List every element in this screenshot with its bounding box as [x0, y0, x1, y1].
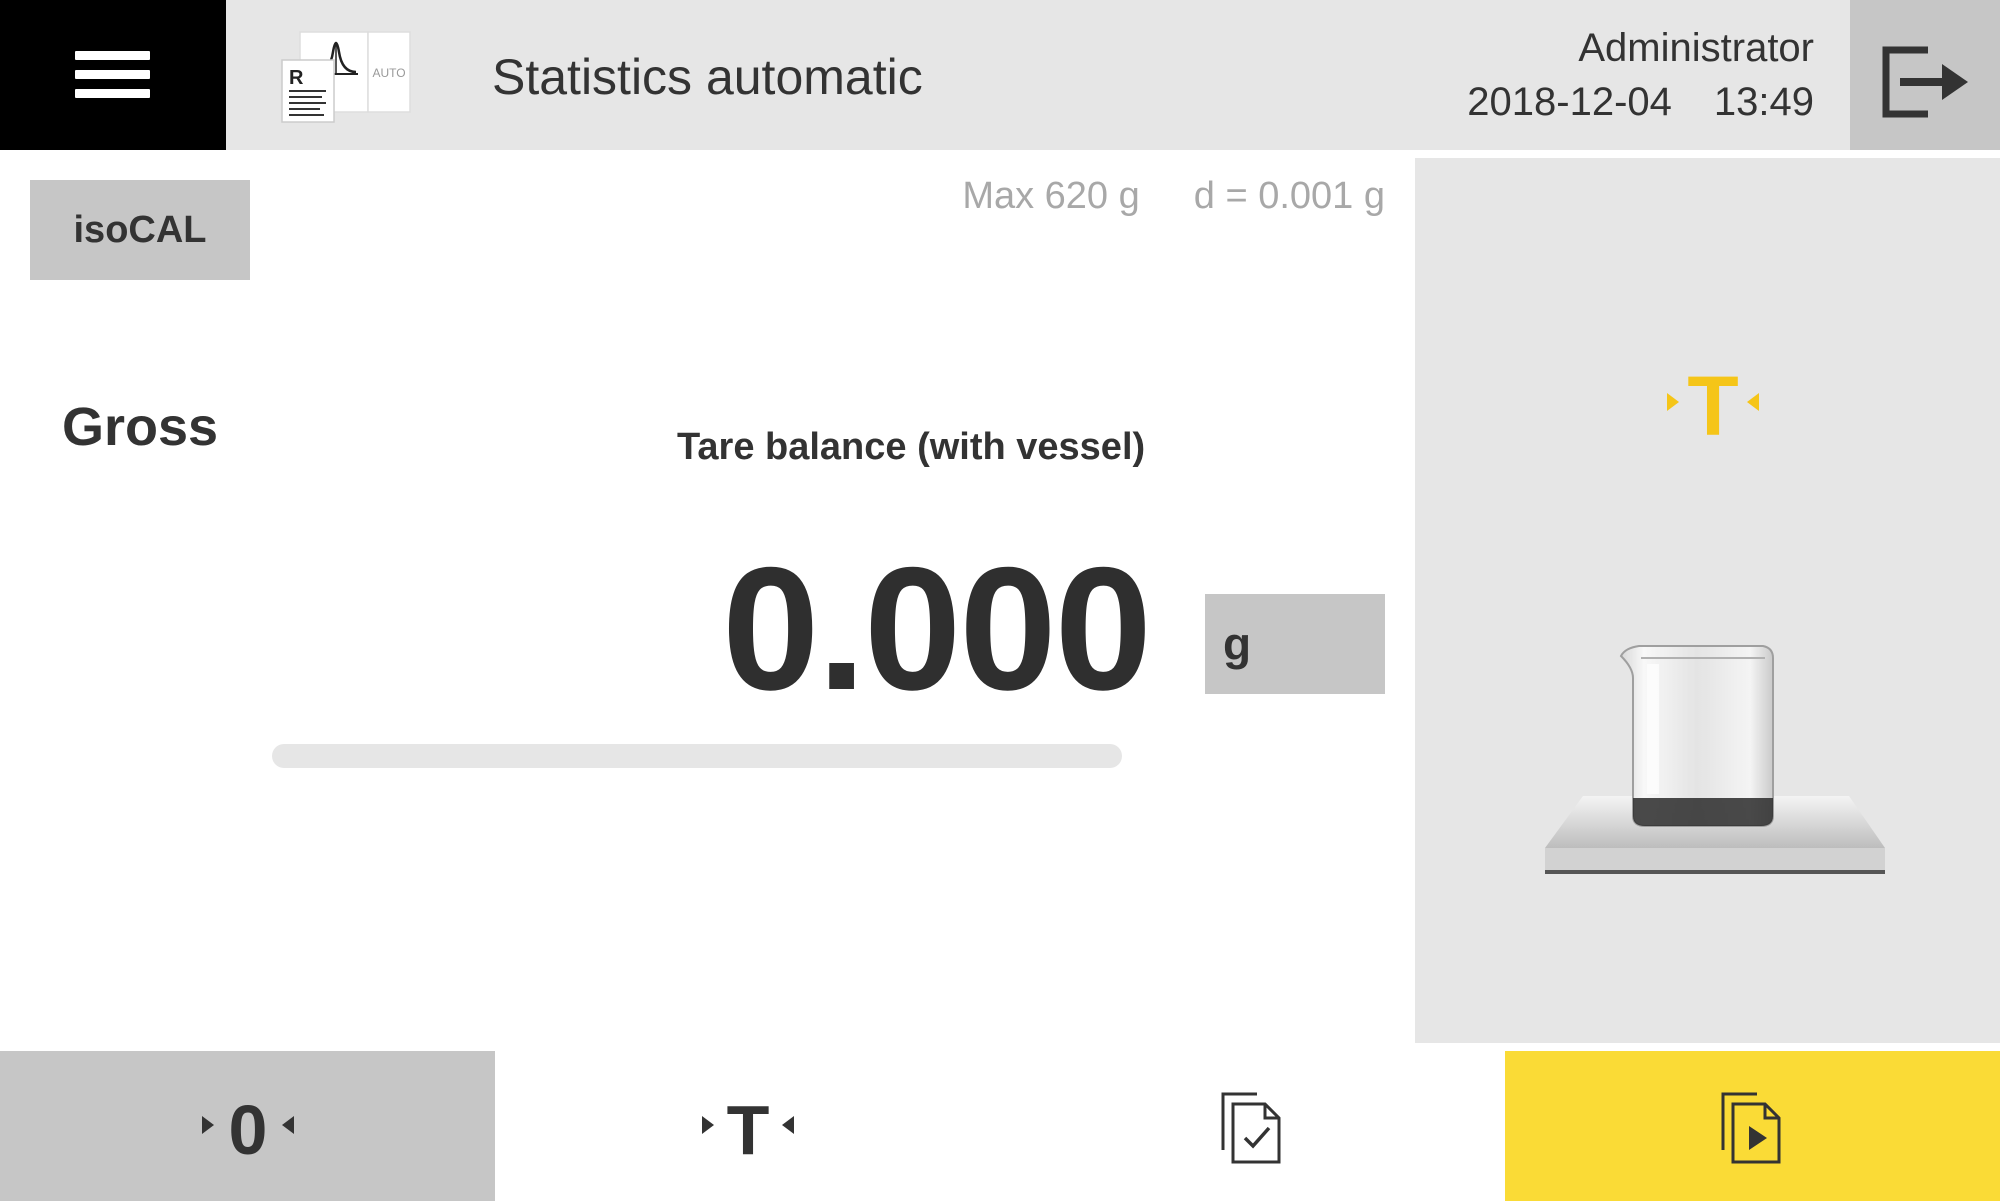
tare-icon: T — [701, 1091, 794, 1166]
start-button[interactable] — [1505, 1051, 2000, 1201]
header-bar: AUTO R Statistics automatic Administrato… — [0, 0, 2000, 150]
max-capacity-label: Max 620 g — [962, 175, 1140, 217]
svg-text:AUTO: AUTO — [372, 66, 405, 80]
menu-button[interactable] — [0, 0, 226, 150]
beaker-on-pan-illustration — [1545, 645, 1885, 874]
confirm-button[interactable] — [1000, 1051, 1505, 1201]
unit-button[interactable]: g — [1205, 594, 1385, 694]
weight-display: 0.000 — [722, 532, 1152, 727]
svg-text:R: R — [289, 67, 304, 89]
user-name: Administrator — [1578, 26, 1814, 70]
logout-icon — [1882, 46, 1968, 118]
zero-button[interactable]: 0 — [0, 1051, 495, 1201]
date-label: 2018-12-04 — [1467, 80, 1672, 124]
tare-button[interactable]: T — [495, 1051, 1000, 1201]
zero-icon: 0 — [201, 1091, 294, 1166]
logout-button[interactable] — [1850, 0, 2000, 150]
page-title: Statistics automatic — [492, 49, 923, 105]
readability-label: d = 0.001 g — [1193, 175, 1385, 217]
svg-text:T: T — [1687, 363, 1738, 443]
weight-mode-label: Gross — [62, 397, 219, 457]
balance-specs: Max 620 g d = 0.001 g — [900, 175, 1385, 218]
tare-icon: T — [1667, 363, 1759, 443]
svg-text:0: 0 — [228, 1091, 267, 1166]
start-document-icon — [1721, 1092, 1780, 1164]
date-time: 2018-12-04 13:49 — [1467, 80, 1814, 125]
guidance-panel: T — [1415, 158, 2000, 1043]
confirm-document-icon — [1221, 1092, 1280, 1164]
time-label: 13:49 — [1713, 80, 1814, 124]
capacity-bar — [272, 744, 1122, 768]
isocal-button[interactable]: isoCAL — [30, 180, 250, 280]
svg-text:T: T — [726, 1091, 769, 1166]
instruction-text: Tare balance (with vessel) — [677, 426, 1146, 468]
statistics-automatic-icon: AUTO R — [281, 31, 411, 123]
